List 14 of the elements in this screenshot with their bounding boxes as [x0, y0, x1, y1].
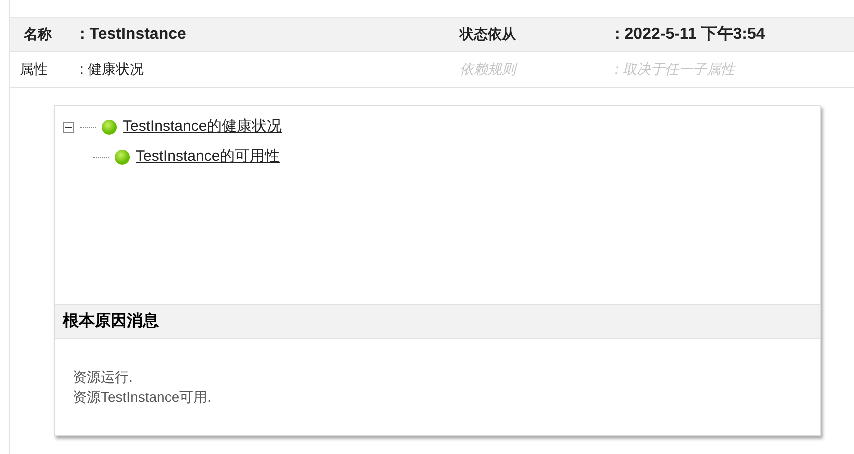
attribute-label: 属性 [19, 60, 49, 79]
tree-node-link[interactable]: TestInstance的可用性 [136, 146, 280, 168]
name-value: : TestInstance [80, 24, 188, 44]
rule-label: 依赖规则 [460, 60, 519, 79]
collapse-icon[interactable] [63, 122, 74, 132]
name-label: 名称 [22, 25, 53, 44]
tree-node-link[interactable]: TestInstance的健康状况 [123, 116, 282, 138]
root-cause-title: 根本原因消息 [55, 304, 820, 339]
message-line: 资源TestInstance可用. [73, 388, 212, 407]
message-line: 资源运行. [73, 368, 134, 387]
state-label: 状态依从 [460, 25, 517, 44]
attribute-value: : 健康状况 [80, 60, 145, 79]
rule-value: : 取决于任一子属性 [615, 60, 735, 79]
state-value: : 2022-5-11 下午3:54 [615, 24, 766, 44]
